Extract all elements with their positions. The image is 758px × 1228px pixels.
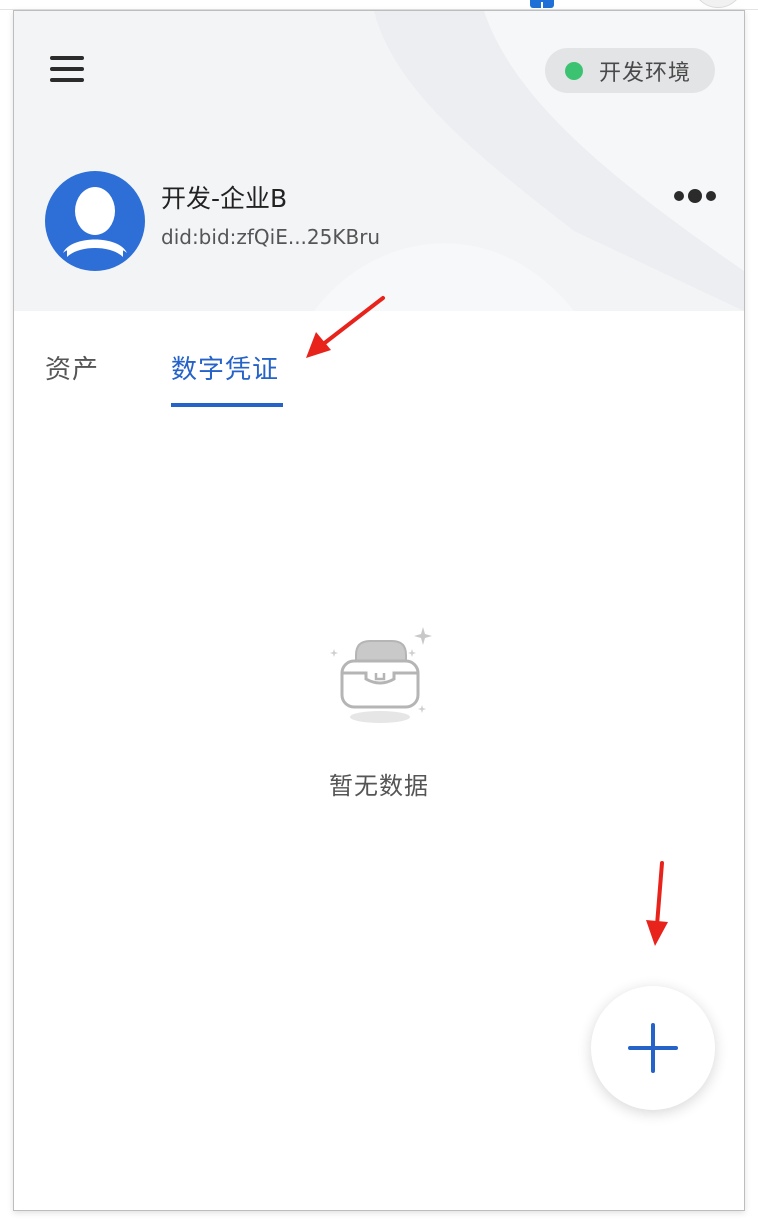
more-options-button[interactable] <box>664 181 720 209</box>
active-tab-indicator <box>171 403 283 407</box>
user-avatar-glyph <box>63 187 127 257</box>
account-header: 开发环境 开发-企业B did:bid:zfQiE...25KBru <box>14 11 744 311</box>
empty-state-text: 暂无数据 <box>329 772 429 800</box>
account-did[interactable]: did:bid:zfQiE...25KBru <box>161 225 380 249</box>
wallet-popup: 开发环境 开发-企业B did:bid:zfQiE...25KBru 资产 数字… <box>13 10 745 1211</box>
environment-switch[interactable]: 开发环境 <box>545 48 715 93</box>
environment-status-dot <box>565 61 583 80</box>
more-dots-icon-right <box>706 191 716 201</box>
browser-toolbar-edge <box>0 0 758 10</box>
hamburger-menu-icon <box>50 56 84 60</box>
user-avatar-icon[interactable] <box>45 171 145 271</box>
tab-digital-credentials[interactable]: 数字凭证 <box>171 349 279 386</box>
more-dots-icon-center <box>688 189 702 203</box>
add-credential-button[interactable] <box>591 986 715 1110</box>
plus-icon-vertical <box>651 1023 655 1073</box>
more-dots-icon <box>674 191 684 201</box>
browser-profile-icon[interactable] <box>692 0 744 8</box>
asset-tabs: 资产 数字凭证 <box>14 311 744 411</box>
empty-box-icon <box>330 627 432 723</box>
menu-button[interactable] <box>48 51 88 87</box>
environment-label: 开发环境 <box>599 60 692 86</box>
account-name: 开发-企业B <box>161 184 288 213</box>
hamburger-menu-icon-bar <box>50 67 84 71</box>
tab-assets[interactable]: 资产 <box>45 349 99 386</box>
hamburger-menu-icon-bar <box>50 78 84 82</box>
extension-icon[interactable] <box>530 0 554 8</box>
